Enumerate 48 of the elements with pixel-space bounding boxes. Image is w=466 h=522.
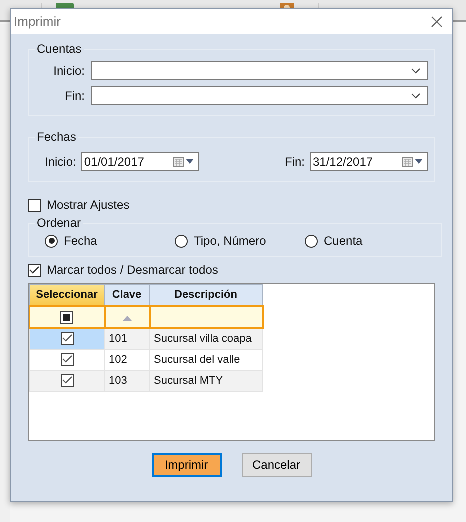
radio-label: Cuenta <box>324 234 363 248</box>
group-title: Ordenar <box>36 216 82 230</box>
checkbox[interactable] <box>60 374 74 387</box>
date-picker[interactable]: 01/01/2017 <box>81 152 200 171</box>
chevron-down-icon <box>411 68 421 74</box>
table-cell[interactable] <box>30 328 104 350</box>
table-cell: 101 <box>104 328 150 350</box>
radio-label: Tipo, Número <box>194 234 266 248</box>
sort-up-icon <box>122 316 132 321</box>
group-title: Cuentas <box>36 42 83 56</box>
column-header[interactable]: Seleccionar <box>30 284 104 306</box>
field-label: Fin: <box>64 88 85 102</box>
column-header[interactable]: Clave <box>104 284 150 306</box>
checkbox-label: Marcar todos / Desmarcar todos <box>47 263 218 277</box>
radio-button[interactable] <box>175 234 188 248</box>
radio-label: Fecha <box>64 234 98 248</box>
filter-cell[interactable] <box>104 306 150 328</box>
filter-cell[interactable] <box>150 306 262 328</box>
field-label: Inicio: <box>45 154 76 168</box>
checkbox-label: Mostrar Ajustes <box>47 198 130 212</box>
field-label: Fin: <box>284 154 305 168</box>
date-picker[interactable]: 31/12/2017 <box>310 152 428 171</box>
table-cell: 103 <box>104 370 150 392</box>
print-button[interactable]: Imprimir <box>152 453 222 477</box>
group-title: Fechas <box>36 130 78 144</box>
cancel-button[interactable]: Cancelar <box>242 453 312 477</box>
checkbox[interactable] <box>60 310 74 324</box>
caret-icon <box>186 159 194 164</box>
table-cell: Sucursal MTY <box>150 370 262 392</box>
caret-icon <box>415 159 423 164</box>
combo-box[interactable] <box>91 86 428 105</box>
chevron-down-icon <box>411 92 421 98</box>
column-header[interactable]: Descripción <box>150 284 262 306</box>
table-cell: Sucursal villa coapa <box>150 328 262 350</box>
calendar-icon <box>402 156 413 166</box>
combo-box[interactable] <box>91 61 428 80</box>
checkbox[interactable] <box>28 198 41 212</box>
checkbox[interactable] <box>60 332 74 345</box>
field-label: Inicio: <box>54 64 85 78</box>
calendar-icon <box>173 156 184 166</box>
radio-button[interactable] <box>45 234 58 248</box>
window-title: Imprimir <box>14 14 61 29</box>
checkbox[interactable] <box>60 353 74 366</box>
filter-cell[interactable] <box>30 306 104 328</box>
table-cell[interactable] <box>30 370 104 392</box>
radio-button[interactable] <box>305 234 318 248</box>
checkbox[interactable] <box>28 264 41 276</box>
close-icon[interactable] <box>431 16 443 28</box>
